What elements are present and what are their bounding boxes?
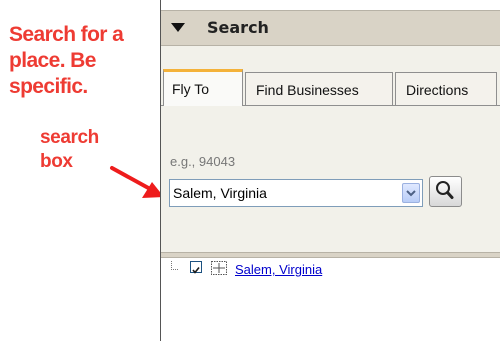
search-input-value: Salem, Virginia [173,185,267,201]
search-input[interactable]: Salem, Virginia [169,179,423,207]
search-results: Salem, Virginia [161,258,500,341]
red-arrow-icon [110,166,164,198]
magnifier-icon [436,181,454,199]
result-link-salem[interactable]: Salem, Virginia [235,262,322,277]
triangle-down-icon[interactable] [171,23,185,33]
checkmark-icon [192,267,200,274]
panel-title: Search [207,18,269,37]
dropdown-button[interactable] [402,183,420,203]
placemark-grid-icon [211,261,227,275]
tab-label: Fly To [172,81,210,97]
tab-fly-to[interactable]: Fly To [163,69,243,106]
search-panel: Search Fly To Find Businesses Directions… [160,0,500,341]
search-button[interactable] [429,176,462,207]
tree-connector [171,261,178,270]
tab-label: Find Businesses [256,82,359,98]
search-panel-body: Fly To Find Businesses Directions e.g., … [161,46,500,252]
tab-label: Directions [406,82,469,98]
annotation-search-instruction: Search for a place. Be specific. [9,23,124,98]
tab-find-businesses[interactable]: Find Businesses [245,72,393,106]
tab-directions[interactable]: Directions [395,72,497,106]
search-panel-header[interactable]: Search [161,10,500,46]
result-checkbox[interactable] [190,261,202,274]
chevron-down-icon [406,190,416,197]
search-hint: e.g., 94043 [170,154,236,169]
